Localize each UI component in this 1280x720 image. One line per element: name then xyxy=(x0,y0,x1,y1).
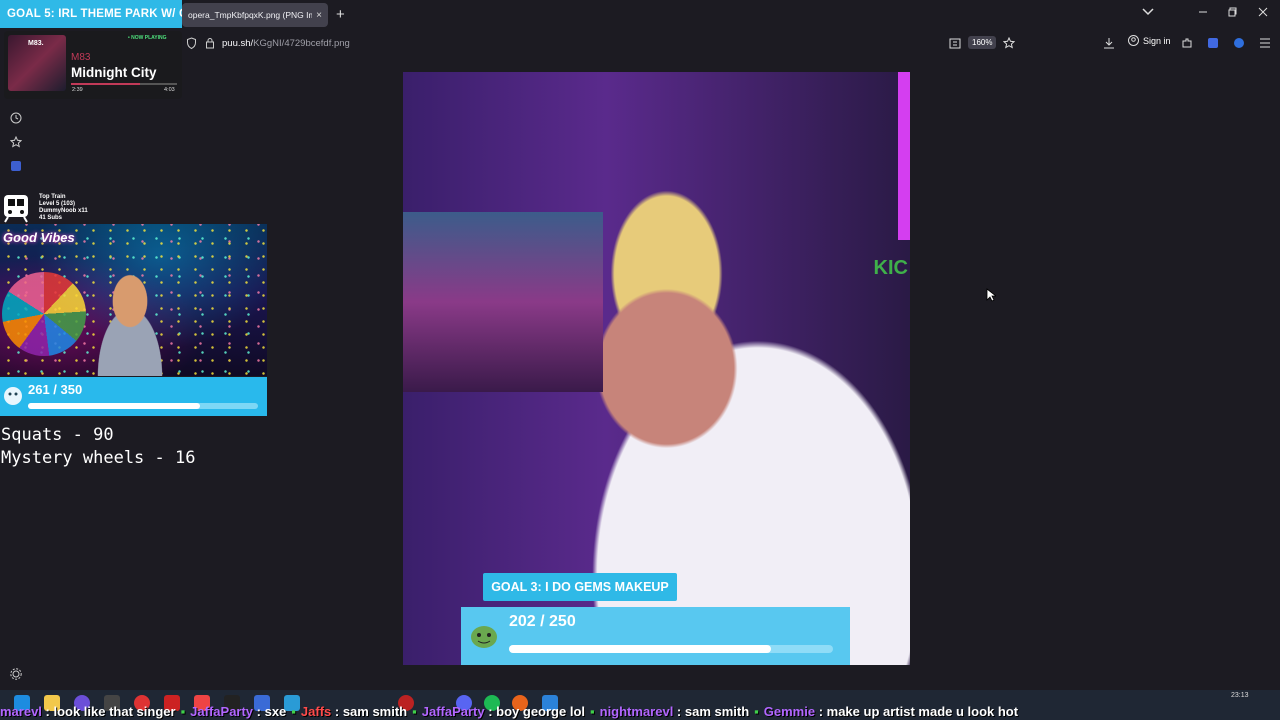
chat-username: JaffaParty xyxy=(190,704,254,719)
mystery-wheels-counter: Mystery wheels - 16 xyxy=(1,448,196,468)
close-window-icon[interactable] xyxy=(1258,7,1268,20)
top-train-user: DummyNoob x11 xyxy=(39,208,88,214)
sub-goal-fill xyxy=(28,403,200,409)
goal-emoji-icon xyxy=(471,626,497,648)
top-train-level: Level 5 (103) xyxy=(39,201,76,207)
goal-count: 202 / 250 xyxy=(509,613,576,630)
kick-logo: KIC xyxy=(873,257,908,279)
song-elapsed-time: 2:39 xyxy=(72,87,83,93)
close-tab-icon[interactable]: × xyxy=(316,10,322,21)
song-duration: 4:03 xyxy=(164,87,175,93)
browser-tab-bar: GOAL 5: IRL THEME PARK W/ GEM opera_TmpK… xyxy=(0,0,1280,30)
zoom-level-button[interactable]: 160% xyxy=(968,36,997,49)
train-icon xyxy=(4,195,28,223)
chat-message: : look like that singer xyxy=(41,704,176,719)
goal-label: GOAL 3: I DO GEMS MAKEUP xyxy=(483,573,677,601)
now-playing-badge: • NOW PLAYING xyxy=(128,35,167,41)
now-playing-artist: M83 xyxy=(71,52,91,63)
top-train-title: Top Train xyxy=(39,194,66,200)
sign-in-label: Sign in xyxy=(1143,35,1171,46)
screen: GOAL 5: IRL THEME PARK W/ GEM opera_TmpK… xyxy=(0,0,1280,720)
now-playing-title: Midnight City xyxy=(71,65,157,80)
reader-view-icon[interactable] xyxy=(948,36,962,50)
webcam-feed: Good Vibes xyxy=(0,224,267,376)
squats-counter: Squats - 90 xyxy=(1,425,114,445)
chat-separator-icon: ▪ xyxy=(291,704,296,719)
chat-username: Gemmie xyxy=(763,704,816,719)
new-tab-button[interactable]: + xyxy=(336,7,345,22)
sign-in-button[interactable]: Sign in xyxy=(1128,35,1171,46)
chat-message: : sam smith xyxy=(673,704,750,719)
settings-gear-icon[interactable] xyxy=(10,667,24,681)
stream-goal-banner: GOAL 5: IRL THEME PARK W/ GEM xyxy=(0,0,182,28)
bookmark-star-icon[interactable] xyxy=(1002,36,1016,50)
good-vibes-sign: Good Vibes xyxy=(3,230,75,245)
menu-hamburger-icon[interactable] xyxy=(1258,36,1272,50)
chat-message: : sam smith xyxy=(331,704,408,719)
chat-separator-icon: ▪ xyxy=(590,704,595,719)
browser-tab-title: opera_TmpKbfpqxK.png (PNG Imag xyxy=(188,10,313,20)
download-icon[interactable] xyxy=(1102,36,1116,50)
mouse-cursor-icon xyxy=(986,288,996,302)
extension-circle-icon[interactable] xyxy=(1232,36,1246,50)
minimize-icon[interactable] xyxy=(1198,7,1208,20)
chat-separator-icon: ▪ xyxy=(180,704,186,719)
goal-progress-box: 202 / 250 xyxy=(461,607,850,665)
url-path: KGgNI/4729bcefdf.png xyxy=(253,37,350,49)
extension-shield-icon[interactable] xyxy=(1206,36,1220,50)
url-text: puu.sh/KGgNI/4729bcefdf.png xyxy=(222,38,350,49)
sub-goal-track xyxy=(28,403,258,409)
chat-message: : sxe xyxy=(253,704,287,719)
stream-goal-text: GOAL 5: IRL THEME PARK W/ GEM xyxy=(7,8,182,20)
lock-icon[interactable] xyxy=(203,36,217,50)
taskbar-clock: 23:13 xyxy=(1231,692,1249,699)
goal-mascot-icon xyxy=(4,387,22,405)
address-bar[interactable]: puu.sh/KGgNI/4729bcefdf.png xyxy=(182,33,1002,53)
now-playing-widget: M83. • NOW PLAYING M83 Midnight City 2:3… xyxy=(4,31,182,99)
neon-light xyxy=(898,72,910,240)
account-icon xyxy=(1128,35,1139,46)
mystery-wheel xyxy=(2,272,86,356)
restore-icon[interactable] xyxy=(1228,7,1238,20)
song-progress-fill xyxy=(71,83,140,85)
browser-tab[interactable]: opera_TmpKbfpqxK.png (PNG Imag × xyxy=(182,3,328,27)
top-train-widget: Top Train Level 5 (103) DummyNoob x11 41… xyxy=(2,193,102,225)
chat-ticker: marevl : look like that singer ▪ JaffaPart… xyxy=(0,704,1280,720)
chat-username: marevl xyxy=(0,704,42,719)
chat-message: : make up artist made u look hot xyxy=(815,704,1019,719)
navigation-toolbar: puu.sh/KGgNI/4729bcefdf.png 160% Sign in xyxy=(182,30,1280,56)
sub-goal-count: 261 / 350 xyxy=(28,382,83,397)
tab-list-chevron-icon[interactable] xyxy=(1142,7,1154,19)
extensions-icon[interactable] xyxy=(1180,36,1194,50)
album-art-label: M83. xyxy=(28,40,44,47)
sub-goal-bar: 261 / 350 xyxy=(0,377,267,416)
chat-username: nightmarevl xyxy=(599,704,674,719)
chat-separator-icon: ▪ xyxy=(412,704,417,719)
chat-message: : boy george lol xyxy=(484,704,586,719)
url-host: puu.sh/ xyxy=(222,37,254,49)
streamer-webcam xyxy=(80,272,180,376)
sidebar-extension-icon[interactable] xyxy=(10,159,24,173)
chat-separator-icon: ▪ xyxy=(754,704,759,719)
song-progress-track xyxy=(71,83,177,85)
goal-label-text: GOAL 3: I DO GEMS MAKEUP xyxy=(491,580,669,594)
top-train-subs: 41 Subs xyxy=(39,215,63,221)
goal-progress-fill xyxy=(509,645,771,653)
goal-progress-track xyxy=(509,645,833,653)
album-art: M83. xyxy=(8,35,66,91)
displayed-image: KIC GOAL 3: I DO GEMS MAKEUP 202 / 250 xyxy=(403,72,910,665)
chat-username: JaffaParty xyxy=(421,704,485,719)
history-clock-icon[interactable] xyxy=(10,111,24,125)
chat-username: Jaffs xyxy=(300,704,332,719)
shield-icon[interactable] xyxy=(184,36,198,50)
bookmarks-star-icon[interactable] xyxy=(9,135,24,149)
background-room xyxy=(403,212,603,392)
